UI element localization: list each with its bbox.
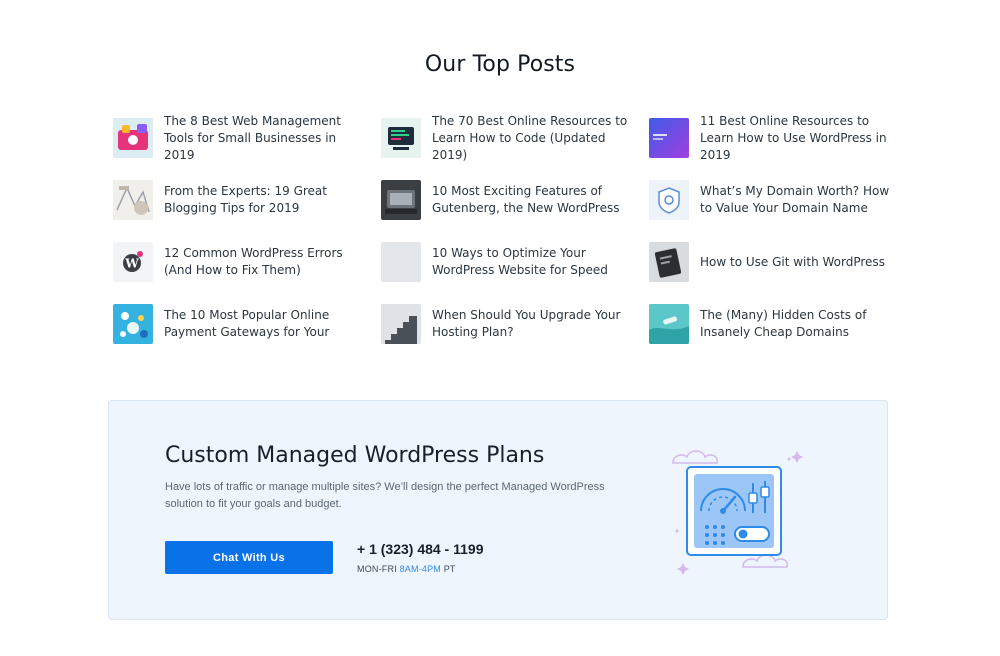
web-tools-thumbnail-icon xyxy=(113,118,153,158)
post-title: 12 Common WordPress Errors (And How to F… xyxy=(164,246,343,277)
post-title: The 70 Best Online Resources to Learn Ho… xyxy=(432,113,628,162)
post-title: 11 Best Online Resources to Learn How to… xyxy=(700,113,887,162)
post-link[interactable]: 10 Most Exciting Features of Gutenberg, … xyxy=(381,178,649,222)
wordpress-resources-thumbnail-icon xyxy=(649,118,689,158)
post-title: 10 Most Exciting Features of Gutenberg, … xyxy=(432,184,620,215)
business-hours: MON-FRI 8AM-4PM PT xyxy=(357,564,456,574)
post-link[interactable]: W 12 Common WordPress Errors (And How to… xyxy=(113,240,381,284)
post-title: The 8 Best Web Management Tools for Smal… xyxy=(164,113,341,162)
dashboard-gauge-illustration-icon xyxy=(669,441,809,581)
post-title: The 10 Most Popular Online Payment Gatew… xyxy=(164,308,330,339)
cta-title: Custom Managed WordPress Plans xyxy=(165,443,545,468)
cheap-domains-thumbnail-icon xyxy=(649,304,689,344)
post-link[interactable]: How to Use Git with WordPress xyxy=(649,240,909,284)
post-link[interactable]: When Should You Upgrade Your Hosting Pla… xyxy=(381,302,649,346)
post-title: 10 Ways to Optimize Your WordPress Websi… xyxy=(432,246,608,277)
post-link[interactable]: 11 Best Online Resources to Learn How to… xyxy=(649,114,909,162)
hours-prefix: MON-FRI xyxy=(357,564,400,574)
managed-plans-cta: Custom Managed WordPress Plans Have lots… xyxy=(108,400,888,620)
blogging-tips-thumbnail-icon xyxy=(113,180,153,220)
optimize-speed-thumbnail-icon xyxy=(381,242,421,282)
post-title: When Should You Upgrade Your Hosting Pla… xyxy=(432,308,621,339)
section-title: Our Top Posts xyxy=(424,52,576,78)
svg-text:W: W xyxy=(124,257,139,271)
post-link[interactable]: The 10 Most Popular Online Payment Gatew… xyxy=(113,302,381,346)
hours-highlight: 8AM-4PM xyxy=(399,564,442,574)
post-title: How to Use Git with WordPress xyxy=(700,254,885,269)
post-link[interactable]: What’s My Domain Worth? How to Value You… xyxy=(649,178,909,222)
post-link[interactable]: The 8 Best Web Management Tools for Smal… xyxy=(113,114,381,162)
phone-number[interactable]: + 1 (323) 484 - 1199 xyxy=(357,541,484,557)
post-link[interactable]: The (Many) Hidden Costs of Insanely Chea… xyxy=(649,302,909,346)
git-wordpress-thumbnail-icon xyxy=(649,242,689,282)
gutenberg-thumbnail-icon xyxy=(381,180,421,220)
post-link[interactable]: 10 Ways to Optimize Your WordPress Websi… xyxy=(381,240,649,284)
chat-with-us-button[interactable]: Chat With Us xyxy=(165,541,333,574)
top-posts-grid: The 8 Best Web Management Tools for Smal… xyxy=(113,114,909,364)
payment-gateways-thumbnail-icon xyxy=(113,304,153,344)
post-link[interactable]: From the Experts: 19 Great Blogging Tips… xyxy=(113,178,381,222)
hours-suffix: PT xyxy=(441,564,456,574)
upgrade-hosting-thumbnail-icon xyxy=(381,304,421,344)
wordpress-errors-thumbnail-icon: W xyxy=(113,242,153,282)
cta-description: Have lots of traffic or manage multiple … xyxy=(165,481,605,510)
post-title: What’s My Domain Worth? How to Value You… xyxy=(700,184,890,215)
domain-value-thumbnail-icon xyxy=(649,180,689,220)
post-title: The (Many) Hidden Costs of Insanely Chea… xyxy=(700,308,867,339)
post-link[interactable]: The 70 Best Online Resources to Learn Ho… xyxy=(381,114,649,162)
post-title: From the Experts: 19 Great Blogging Tips… xyxy=(164,184,327,215)
code-resources-thumbnail-icon xyxy=(381,118,421,158)
